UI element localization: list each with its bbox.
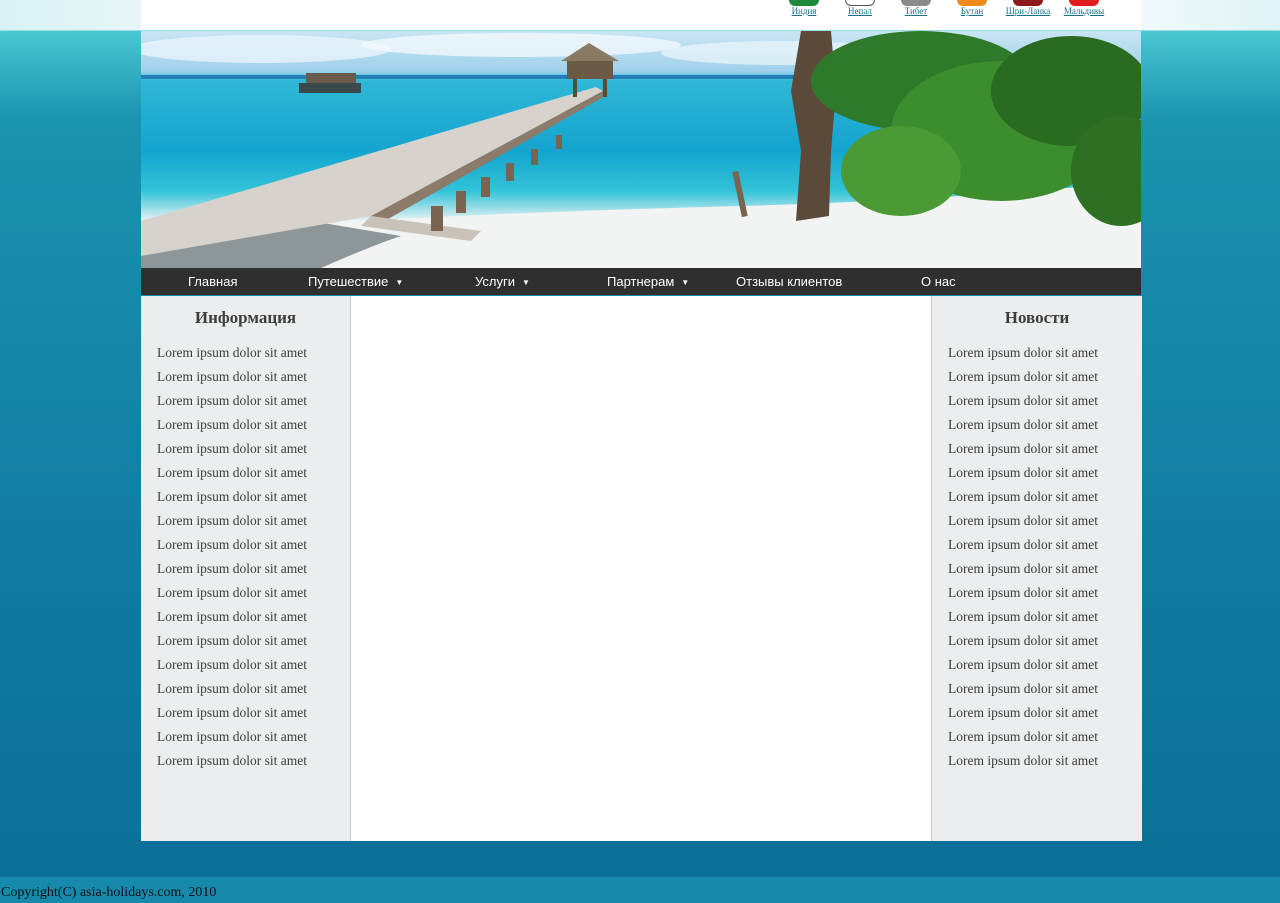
news-list-item[interactable]: Lorem ipsum dolor sit amet: [948, 415, 1098, 439]
header-banner-image: [141, 31, 1141, 268]
copyright-text: Copyright(C) asia-holidays.com, 2010: [1, 885, 217, 900]
nav-item-label: Путешествие: [308, 274, 389, 289]
country-link-nepal[interactable]: Непал: [833, 0, 887, 18]
country-link-tibet[interactable]: Тибет: [889, 0, 943, 18]
nav-item-label: Партнерам: [607, 274, 675, 289]
info-list-item[interactable]: Lorem ipsum dolor sit amet: [157, 655, 307, 679]
nav-item-label: Отзывы клиентов: [736, 274, 843, 289]
info-list-item[interactable]: Lorem ipsum dolor sit amet: [157, 679, 307, 703]
info-list-item[interactable]: Lorem ipsum dolor sit amet: [157, 703, 307, 727]
country-link-label[interactable]: Тибет: [889, 6, 943, 16]
news-list-item[interactable]: Lorem ipsum dolor sit amet: [948, 511, 1098, 535]
news-list-item[interactable]: Lorem ipsum dolor sit amet: [948, 631, 1098, 655]
info-list-item[interactable]: Lorem ipsum dolor sit amet: [157, 559, 307, 583]
nav-item-travel[interactable]: Путешествие ▼: [308, 268, 403, 295]
news-list-item[interactable]: Lorem ipsum dolor sit amet: [948, 343, 1098, 367]
info-list-item[interactable]: Lorem ipsum dolor sit amet: [157, 367, 307, 391]
info-list-item[interactable]: Lorem ipsum dolor sit amet: [157, 607, 307, 631]
info-list: Lorem ipsum dolor sit amet Lorem ipsum d…: [157, 343, 307, 775]
news-list-item[interactable]: Lorem ipsum dolor sit amet: [948, 487, 1098, 511]
news-list-item[interactable]: Lorem ipsum dolor sit amet: [948, 535, 1098, 559]
info-list-item[interactable]: Lorem ipsum dolor sit amet: [157, 535, 307, 559]
news-list-item[interactable]: Lorem ipsum dolor sit amet: [948, 583, 1098, 607]
nav-item-reviews[interactable]: Отзывы клиентов: [736, 268, 842, 295]
nav-item-services[interactable]: Услуги ▼: [475, 268, 530, 295]
news-list-item[interactable]: Lorem ipsum dolor sit amet: [948, 655, 1098, 679]
info-list-item[interactable]: Lorem ipsum dolor sit amet: [157, 463, 307, 487]
news-list-item[interactable]: Lorem ipsum dolor sit amet: [948, 679, 1098, 703]
info-list-item[interactable]: Lorem ipsum dolor sit amet: [157, 511, 307, 535]
country-link-maldives[interactable]: Мальдивы: [1057, 0, 1111, 18]
news-list-item[interactable]: Lorem ipsum dolor sit amet: [948, 439, 1098, 463]
info-sidebar-title: Информация: [194, 308, 297, 327]
content-area: Информация Lorem ipsum dolor sit amet Lo…: [141, 296, 1142, 841]
footer: Copyright(C) asia-holidays.com, 2010: [0, 877, 1280, 903]
country-link-sri-lanka[interactable]: Шри-Ланка: [1001, 0, 1055, 18]
info-list-item[interactable]: Lorem ipsum dolor sit amet: [157, 751, 307, 775]
info-list-item[interactable]: Lorem ipsum dolor sit amet: [157, 727, 307, 751]
news-list-item[interactable]: Lorem ipsum dolor sit amet: [948, 391, 1098, 415]
nav-item-label: О нас: [921, 274, 956, 289]
info-list-item[interactable]: Lorem ipsum dolor sit amet: [157, 343, 307, 367]
news-list: Lorem ipsum dolor sit amet Lorem ipsum d…: [948, 343, 1098, 775]
info-list-item[interactable]: Lorem ipsum dolor sit amet: [157, 631, 307, 655]
country-link-label[interactable]: Непал: [833, 6, 887, 16]
info-list-item[interactable]: Lorem ipsum dolor sit amet: [157, 583, 307, 607]
info-list-item[interactable]: Lorem ipsum dolor sit amet: [157, 487, 307, 511]
country-link-label[interactable]: Индия: [777, 6, 831, 16]
info-list-item[interactable]: Lorem ipsum dolor sit amet: [157, 415, 307, 439]
news-sidebar-title: Новости: [1004, 308, 1070, 327]
news-list-item[interactable]: Lorem ipsum dolor sit amet: [948, 607, 1098, 631]
beach-pier-illustration: [141, 31, 1141, 268]
dropdown-arrow-icon: ▼: [681, 278, 690, 287]
country-link-label[interactable]: Бутан: [945, 6, 999, 16]
nav-item-about[interactable]: О нас: [921, 268, 956, 295]
dropdown-arrow-icon: ▼: [521, 278, 530, 287]
news-list-item[interactable]: Lorem ipsum dolor sit amet: [948, 559, 1098, 583]
info-list-item[interactable]: Lorem ipsum dolor sit amet: [157, 439, 307, 463]
country-link-label[interactable]: Мальдивы: [1057, 6, 1111, 16]
news-list-item[interactable]: Lorem ipsum dolor sit amet: [948, 703, 1098, 727]
country-link-bhutan[interactable]: Бутан: [945, 0, 999, 18]
top-panel: Индия Непал Тибет Бутан Шри-Ланка Мальди…: [141, 0, 1141, 30]
news-list-item[interactable]: Lorem ipsum dolor sit amet: [948, 463, 1098, 487]
country-link-label[interactable]: Шри-Ланка: [1001, 6, 1055, 16]
nav-item-partners[interactable]: Партнерам ▼: [607, 268, 689, 295]
nav-item-home[interactable]: Главная: [188, 268, 237, 295]
news-list-item[interactable]: Lorem ipsum dolor sit amet: [948, 367, 1098, 391]
dropdown-arrow-icon: ▼: [395, 278, 404, 287]
info-list-item[interactable]: Lorem ipsum dolor sit amet: [157, 391, 307, 415]
nav-item-label: Главная: [188, 274, 238, 289]
news-list-item[interactable]: Lorem ipsum dolor sit amet: [948, 751, 1098, 775]
info-sidebar: Информация Lorem ipsum dolor sit amet Lo…: [141, 296, 351, 841]
news-sidebar: Новости Lorem ipsum dolor sit amet Lorem…: [931, 296, 1142, 841]
main-navigation: Главная Путешествие ▼ Услуги ▼ Партнерам ▼ …: [141, 268, 1141, 295]
country-link-india[interactable]: Индия: [777, 0, 831, 18]
news-list-item[interactable]: Lorem ipsum dolor sit amet: [948, 727, 1098, 751]
nav-item-label: Услуги: [475, 274, 515, 289]
